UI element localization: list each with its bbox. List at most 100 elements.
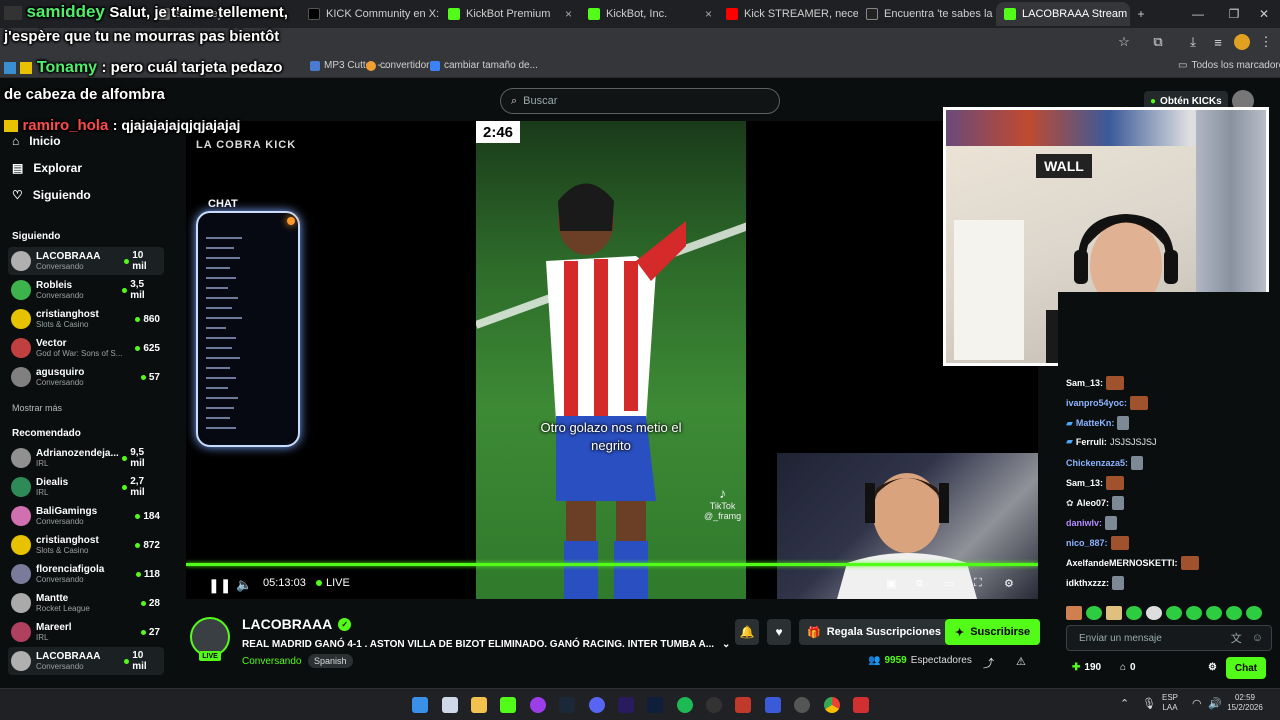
minimize-button[interactable]: —: [1180, 0, 1216, 28]
chevron-down-icon[interactable]: ⌄: [722, 639, 730, 650]
star-icon[interactable]: ☆: [1116, 34, 1132, 50]
steam-icon[interactable]: [559, 697, 575, 713]
file-explorer-icon[interactable]: [471, 697, 487, 713]
kick-app-icon[interactable]: [500, 697, 516, 713]
download-icon[interactable]: ⤓: [1185, 34, 1201, 50]
sidebar-channel[interactable]: Vector God of War: Sons of S... 625: [8, 334, 164, 362]
emote-icon[interactable]: [1206, 606, 1222, 620]
chat-username[interactable]: Sam_13:: [1066, 478, 1103, 488]
emote-icon[interactable]: [1146, 606, 1162, 620]
settings-button[interactable]: ⚙: [1004, 577, 1014, 590]
microphone-icon[interactable]: 🎙: [1142, 697, 1156, 711]
tab-youtube[interactable]: Kick STREAMER, necesitas×: [718, 2, 858, 26]
sidebar-channel[interactable]: Adrianozendeja... IRL 9,5 mil: [8, 444, 164, 472]
video-progress-bar[interactable]: [186, 563, 1038, 566]
all-bookmarks[interactable]: ▭ Todos los marcadores: [1178, 60, 1280, 71]
tab-tiktok[interactable]: Encuentra 'te sabes la nu×: [858, 2, 998, 26]
discord-icon[interactable]: [589, 697, 605, 713]
nav-explore[interactable]: ▤ Explorar: [12, 161, 82, 175]
profile-avatar[interactable]: [1234, 34, 1250, 50]
tab-kick-community[interactable]: KICK Community en X: "si×: [300, 2, 440, 26]
miniplayer-button[interactable]: ⧈: [916, 577, 923, 590]
emote-icon[interactable]: [1246, 606, 1262, 620]
emote-icon[interactable]: [1186, 606, 1202, 620]
sidebar-channel[interactable]: Diealis IRL 2,7 mil: [8, 473, 164, 501]
chat-username[interactable]: idkthxzzz:: [1066, 578, 1109, 588]
notification-button[interactable]: 🔔: [735, 619, 759, 645]
app-icon[interactable]: [765, 697, 781, 713]
channel-name-row[interactable]: LACOBRAAA ✓: [242, 616, 352, 632]
volume-icon[interactable]: 🔊: [1208, 697, 1222, 711]
emote-icon[interactable]: [1226, 606, 1242, 620]
clip-button[interactable]: ▣: [886, 577, 896, 590]
sidebar-channel[interactable]: LACOBRAAA Conversando 10 mil: [8, 247, 164, 275]
video-player[interactable]: LA COBRA KICK CHAT 2:46 Otro golazo nos …: [186, 121, 1038, 599]
tab-kickbot-premium[interactable]: KickBot Premium ×: [440, 2, 580, 26]
kick-points[interactable]: ✚ 190: [1072, 662, 1101, 673]
sidebar-channel[interactable]: agusquiro Conversando 57: [8, 363, 164, 391]
tab-kickbot-inc[interactable]: KickBot, Inc. ×: [580, 2, 720, 26]
extensions-icon[interactable]: ⧉: [1150, 34, 1166, 50]
tray-chevron-icon[interactable]: ⌃: [1120, 697, 1129, 711]
chat-username[interactable]: Ferruli:: [1076, 437, 1107, 447]
sidebar-channel[interactable]: cristianghost Slots & Casino 860: [8, 305, 164, 333]
sidebar-channel[interactable]: LACOBRAAA Conversando 10 mil: [8, 647, 164, 675]
translate-icon[interactable]: 文: [1231, 630, 1242, 646]
menu-icon[interactable]: ⋮: [1258, 34, 1274, 50]
fullscreen-button[interactable]: ⛶: [974, 577, 982, 590]
emote-icon[interactable]: [1066, 606, 1082, 620]
sidebar-channel[interactable]: Mareerl IRL 27: [8, 618, 164, 646]
chrome-icon[interactable]: [824, 697, 840, 713]
premiere-icon[interactable]: [618, 697, 634, 713]
app-icon[interactable]: [853, 697, 869, 713]
stream-category[interactable]: Conversando: [242, 656, 301, 667]
gift-subs-button[interactable]: 🎁 Regala Suscripciones: [799, 619, 950, 645]
volume-button[interactable]: 🔈: [236, 577, 252, 593]
language-indicator[interactable]: ESP LAA: [1162, 693, 1178, 714]
nav-home[interactable]: ⌂ Inicio: [12, 134, 61, 148]
emote-icon[interactable]: [1106, 606, 1122, 620]
emoji-icon[interactable]: ☺: [1252, 632, 1263, 644]
clock[interactable]: 02:59 15/2/2026: [1222, 693, 1268, 714]
tab-lacobraaa[interactable]: LACOBRAAA Stream×: [996, 2, 1130, 26]
chat-username[interactable]: Chickenzaza5:: [1066, 458, 1128, 468]
capcut-icon[interactable]: [706, 697, 722, 713]
chat-username[interactable]: Sam_13:: [1066, 378, 1103, 388]
chat-username[interactable]: nico_887:: [1066, 538, 1108, 548]
bookmark-cambiar-tamano[interactable]: cambiar tamaño de...: [430, 60, 538, 71]
emote-icon[interactable]: [1086, 606, 1102, 620]
share-icon[interactable]: ⤴: [983, 655, 994, 671]
chat-message-input[interactable]: Enviar un mensaje 文 ☺: [1066, 625, 1272, 651]
playlist-icon[interactable]: ≡: [1210, 34, 1226, 50]
wifi-icon[interactable]: ◠: [1192, 697, 1202, 711]
windows-start-icon[interactable]: [412, 697, 428, 713]
sidebar-channel[interactable]: Mantte Rocket League 28: [8, 589, 164, 617]
chat-username[interactable]: AxelfandeMERNOSKETTI:: [1066, 558, 1178, 568]
pause-button[interactable]: ❚❚: [208, 577, 231, 594]
subscribe-button[interactable]: ✦ Suscribirse: [945, 619, 1041, 645]
chat-send-button[interactable]: Chat: [1226, 657, 1266, 679]
notes-icon[interactable]: [442, 697, 458, 713]
spotify-icon[interactable]: [677, 697, 693, 713]
chat-settings-button[interactable]: ⚙: [1208, 662, 1217, 673]
nav-following[interactable]: ♡ Siguiendo: [12, 188, 91, 202]
canva-icon[interactable]: [530, 697, 546, 713]
bookmark-convertidor[interactable]: convertidor: [366, 60, 429, 71]
follow-button[interactable]: ♥: [767, 619, 791, 645]
chat-username[interactable]: ivanpro54yoc:: [1066, 398, 1127, 408]
language-tag[interactable]: Spanish: [308, 654, 353, 668]
chat-username[interactable]: Aleo07:: [1077, 498, 1110, 508]
sidebar-channel[interactable]: cristianghost Slots & Casino 872: [8, 531, 164, 559]
gift-count[interactable]: ⌂ 0: [1120, 662, 1136, 673]
report-icon[interactable]: ⚠: [1016, 655, 1026, 668]
chat-username[interactable]: MatteKn:: [1076, 418, 1115, 428]
photoshop-icon[interactable]: [647, 697, 663, 713]
theater-button[interactable]: ▭: [944, 577, 954, 590]
new-tab-button[interactable]: +: [1126, 0, 1156, 28]
game-icon[interactable]: [735, 697, 751, 713]
close-window-button[interactable]: ✕: [1246, 0, 1280, 28]
emote-icon[interactable]: [1126, 606, 1142, 620]
chat-username[interactable]: daniwlv:: [1066, 518, 1102, 528]
sidebar-channel[interactable]: florenciafigola Conversando 118: [8, 560, 164, 588]
search-input[interactable]: ⌕ Buscar: [500, 88, 780, 114]
